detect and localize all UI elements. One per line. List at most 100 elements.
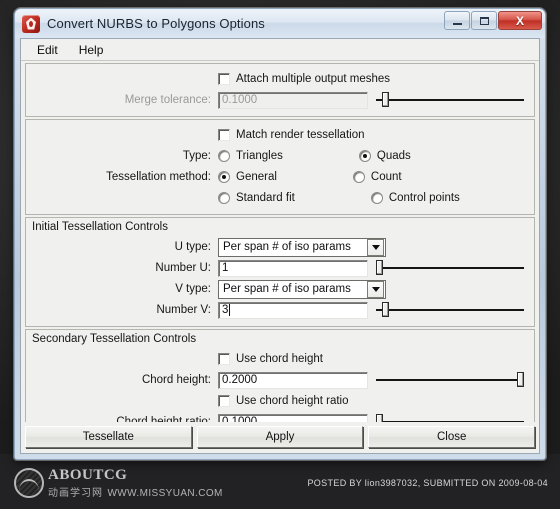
slider-thumb[interactable] [382,92,390,107]
checkbox-box [218,395,230,407]
tessellation-method-row: Tessellation method: General Count [32,167,528,187]
chord-height-label: Chord height: [141,374,211,386]
maximize-button[interactable] [471,11,497,30]
number-u-input[interactable]: 1 [218,259,368,277]
tessellation-method-frame: Match render tessellation Type: Triangle… [25,119,535,215]
radio-button [352,171,365,183]
aboutcg-logo: ABOUTCG 动画学习网 WWW.MISSYUAN.COM [14,467,223,501]
slider-thumb[interactable] [382,302,390,317]
menu-edit[interactable]: Edit [28,41,67,59]
minimize-button[interactable] [444,11,470,30]
number-v-input[interactable]: 3 [218,301,368,319]
radio-quads-label: Quads [376,150,411,162]
number-u-row: Number U: 1 [32,258,528,278]
chord-height-input[interactable]: 0.2000 [218,371,368,389]
footer-watermark: ABOUTCG 动画学习网 WWW.MISSYUAN.COM POSTED BY… [0,460,560,509]
number-u-label: Number U: [155,262,211,274]
menu-help[interactable]: Help [70,41,113,59]
radio-triangles[interactable]: Triangles [218,150,283,162]
u-type-value: Per span # of iso params [223,241,351,253]
radio-button [218,150,230,162]
v-type-label: V type: [175,283,211,295]
slider-thumb[interactable] [376,414,383,422]
radio-general[interactable]: General [218,171,277,183]
title-bar[interactable]: Convert NURBS to Polygons Options X [15,9,545,38]
radio-button-selected [218,171,230,183]
attach-meshes-checkbox[interactable]: Attach multiple output meshes [218,73,390,85]
slider-track [376,309,524,311]
window-title: Convert NURBS to Polygons Options [47,16,265,31]
radio-control-points-label: Control points [388,192,460,204]
radio-quads[interactable]: Quads [358,150,411,162]
chord-height-slider[interactable] [376,371,528,389]
v-type-value: Per span # of iso params [223,283,351,295]
attach-meshes-label: Attach multiple output meshes [236,73,391,85]
maximize-icon [480,17,489,25]
number-v-slider[interactable] [376,301,528,319]
use-chord-height-row: Use chord height [32,349,528,369]
initial-tessellation-title: Initial Tessellation Controls [32,221,168,233]
logo-url-text: WWW.MISSYUAN.COM [107,487,223,499]
radio-count[interactable]: Count [352,171,402,183]
globe-icon [14,468,44,498]
number-u-slider[interactable] [376,259,528,277]
close-button[interactable]: X [498,11,542,30]
radio-general-label: General [236,171,277,183]
radio-standard-fit[interactable]: Standard fit [218,192,295,204]
u-type-label: U type: [174,241,211,253]
slider-track [376,99,524,101]
type-row: Type: Triangles Quads [32,146,528,166]
tessellate-button[interactable]: Tessellate [25,426,192,448]
merge-tolerance-input[interactable]: 0.1000 [218,91,368,109]
tessellation-method-label: Tessellation method: [106,171,211,183]
u-type-dropdown[interactable]: Per span # of iso params [218,237,386,257]
merge-tolerance-slider[interactable] [376,91,528,109]
radio-count-label: Count [370,171,402,183]
apply-button[interactable]: Apply [196,426,364,448]
radio-button-selected [358,150,371,162]
chord-height-row: Chord height: 0.2000 [32,370,528,390]
attach-meshes-row: Attach multiple output meshes [32,69,528,89]
slider-track [376,421,524,422]
match-render-label: Match render tessellation [236,129,365,141]
maya-app-icon [22,14,40,33]
match-render-row: Match render tessellation [32,125,528,145]
radio-standard-fit-label: Standard fit [236,192,295,204]
text-caret [229,304,231,316]
use-chord-height-ratio-label: Use chord height ratio [236,395,349,407]
use-chord-height-checkbox[interactable]: Use chord height [218,353,323,365]
secondary-tessellation-title: Secondary Tessellation Controls [32,333,197,345]
chord-height-ratio-input[interactable]: 0.1000 [218,413,368,422]
v-type-dropdown[interactable]: Per span # of iso params [218,279,386,299]
match-render-checkbox[interactable]: Match render tessellation [218,129,364,141]
chevron-down-icon[interactable] [367,238,384,256]
dialog-window: Convert NURBS to Polygons Options X Edit… [14,8,546,460]
number-v-row: Number V: 3 [32,300,528,320]
merge-tolerance-label: Merge tolerance: [124,94,211,106]
checkbox-box [218,129,230,141]
v-type-row: V type: Per span # of iso params [32,279,528,299]
secondary-tessellation-group: Secondary Tessellation Controls Use chor… [25,329,535,422]
chevron-down-glyph [371,286,380,292]
logo-cjk-text: 动画学习网 [48,487,103,499]
merge-tolerance-row: Merge tolerance: 0.1000 [32,90,528,110]
slider-thumb[interactable] [376,260,383,275]
use-chord-height-ratio-checkbox[interactable]: Use chord height ratio [218,395,349,407]
dialog-button-row: Tessellate Apply Close [21,422,539,453]
type-label: Type: [182,150,211,162]
slider-thumb[interactable] [517,372,524,387]
standard-fit-row: Standard fit Control points [32,188,528,208]
logo-main-text: ABOUTCG [48,467,128,483]
logo-sub-line: 动画学习网 WWW.MISSYUAN.COM [48,484,223,501]
slider-track [376,267,524,269]
use-chord-height-label: Use chord height [236,353,323,365]
options-body: Attach multiple output meshes Merge tole… [21,61,539,422]
checkbox-box [218,73,230,85]
radio-button [370,192,383,204]
close-dialog-button[interactable]: Close [368,426,536,448]
chord-height-ratio-slider[interactable] [376,413,528,422]
minimize-icon [453,23,462,25]
chevron-down-icon[interactable] [367,280,384,298]
radio-control-points[interactable]: Control points [370,192,460,204]
checkbox-box [218,353,230,365]
